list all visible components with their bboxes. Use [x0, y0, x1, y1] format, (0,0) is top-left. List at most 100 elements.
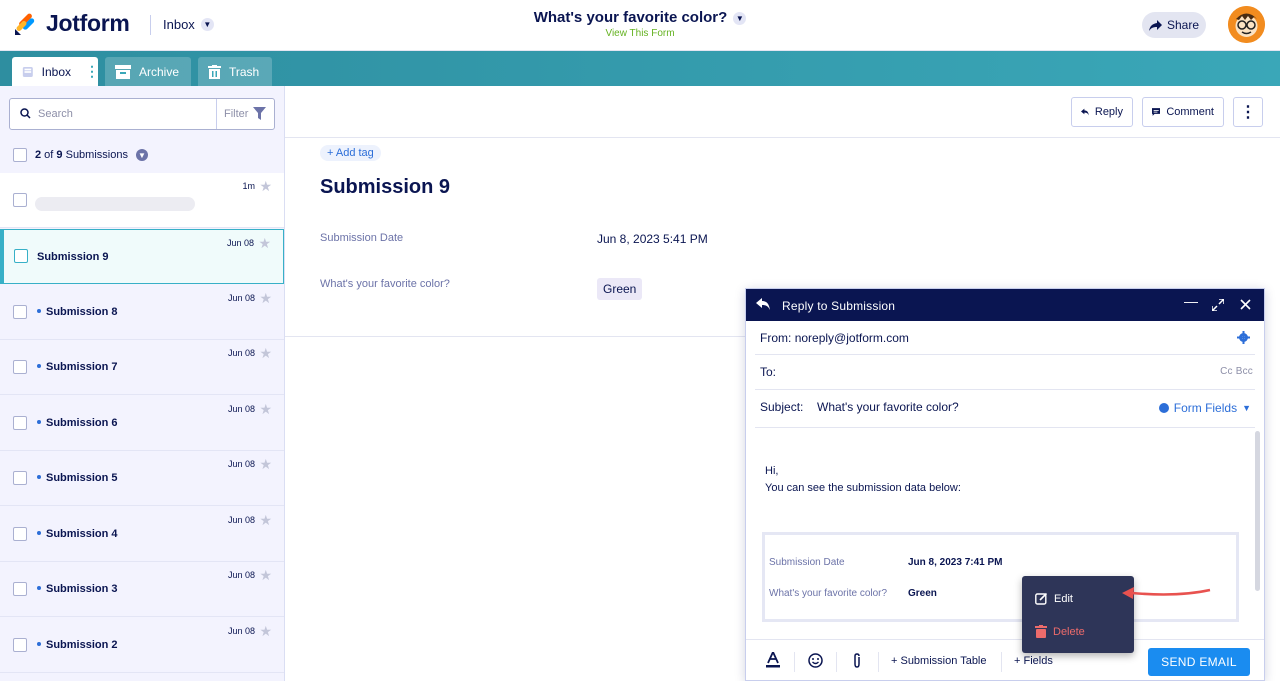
submission-date-label: Submission Date	[320, 232, 404, 244]
row-name: Submission 8	[37, 306, 118, 318]
reply-modal: Reply to Submission — From: noreply@jotf…	[745, 288, 1265, 681]
row-checkbox[interactable]	[13, 471, 27, 485]
table-row-value: Green	[908, 588, 937, 599]
table-row-label: What's your favorite color?	[769, 588, 888, 599]
from-label-text: From:	[760, 331, 792, 345]
footer-divider	[1001, 652, 1002, 672]
list-item[interactable]: Submission 8 Jun 08 ★	[0, 285, 284, 340]
row-name: Submission 7	[37, 361, 118, 373]
more-options-button[interactable]: ⋮	[1233, 97, 1263, 127]
chevron-down-icon[interactable]: ▼	[135, 149, 148, 161]
to-label: To:	[760, 365, 777, 379]
email-greeting[interactable]: Hi,	[765, 465, 778, 477]
row-name: Submission 6	[37, 417, 118, 429]
row-checkbox[interactable]	[13, 582, 27, 596]
reply-modal-header: Reply to Submission —	[746, 289, 1264, 321]
tab-trash[interactable]: Trash	[198, 57, 272, 86]
list-item[interactable]: Submission 5 Jun 08 ★	[0, 451, 284, 506]
fields-button[interactable]: + Fields	[1014, 655, 1053, 667]
email-intro[interactable]: You can see the submission data below:	[765, 482, 961, 494]
list-item[interactable]: Submission 3 Jun 08 ★	[0, 562, 284, 617]
search-placeholder: Search	[38, 108, 73, 120]
row-name: Submission 9	[37, 251, 109, 263]
row-checkbox[interactable]	[13, 416, 27, 430]
search-icon	[20, 108, 31, 119]
unread-dot	[37, 475, 41, 479]
send-email-button[interactable]: SEND EMAIL	[1148, 648, 1250, 676]
view-form-link[interactable]: View This Form	[0, 28, 1280, 39]
row-date: Jun 08	[227, 515, 255, 525]
submission-title: Submission 9	[320, 176, 451, 198]
row-name-text: Submission 5	[46, 472, 118, 484]
row-date: Jun 08	[226, 238, 254, 248]
gear-icon[interactable]	[1237, 331, 1250, 344]
row-name-text: Submission 8	[46, 306, 118, 318]
close-icon[interactable]	[1240, 299, 1251, 310]
list-item[interactable]: 1m ★	[0, 173, 284, 228]
row-checkbox[interactable]	[13, 305, 27, 319]
footer-divider	[878, 652, 879, 672]
delete-menu-item[interactable]: Delete	[1035, 625, 1085, 638]
question-label: What's your favorite color?	[320, 278, 450, 290]
filter-icon[interactable]	[253, 107, 266, 120]
row-checkbox[interactable]	[14, 249, 28, 263]
row-checkbox[interactable]	[13, 360, 27, 374]
select-all-checkbox[interactable]	[13, 148, 27, 162]
filter-label[interactable]: Filter	[224, 108, 248, 120]
star-icon[interactable]: ★	[259, 567, 272, 584]
share-button[interactable]: Share	[1142, 12, 1206, 38]
tab-inbox-label: Inbox	[41, 64, 71, 79]
edit-menu-item[interactable]: Edit	[1035, 592, 1073, 605]
share-arrow-icon	[1148, 19, 1162, 31]
user-avatar[interactable]	[1228, 6, 1265, 43]
tab-inbox[interactable]: Inbox ⋮	[12, 57, 99, 86]
submission-toolbar: Reply Comment ⋮	[285, 86, 1280, 138]
form-title[interactable]: What's your favorite color? ▼	[0, 9, 1280, 26]
text-format-icon[interactable]	[766, 652, 780, 668]
subject-input[interactable]: What's your favorite color?	[817, 400, 959, 414]
unread-dot	[37, 586, 41, 590]
row-checkbox[interactable]	[13, 193, 27, 207]
submission-table-button[interactable]: + Submission Table	[891, 655, 987, 667]
row-date: Jun 08	[227, 404, 255, 414]
star-icon[interactable]: ★	[259, 401, 272, 418]
form-fields-dropdown[interactable]: Form Fields ▼	[1158, 401, 1251, 415]
cc-bcc-toggle[interactable]: Cc Bcc	[1220, 366, 1253, 377]
add-tag-button[interactable]: + Add tag	[320, 145, 381, 161]
expand-icon[interactable]	[1212, 299, 1224, 311]
star-icon[interactable]: ★	[259, 290, 272, 307]
comment-button[interactable]: Comment	[1142, 97, 1224, 127]
list-item[interactable]: Submission 2 Jun 08 ★	[0, 618, 284, 673]
attachment-icon[interactable]	[852, 653, 862, 668]
row-checkbox[interactable]	[13, 638, 27, 652]
star-icon[interactable]: ★	[259, 456, 272, 473]
to-row[interactable]: To: Cc Bcc	[755, 355, 1255, 390]
row-date: Jun 08	[227, 626, 255, 636]
reply-modal-footer: + Submission Table + Fields SEND EMAIL	[746, 639, 1264, 680]
star-icon[interactable]: ★	[259, 178, 272, 195]
unread-dot	[37, 309, 41, 313]
chevron-down-icon: ▼	[733, 12, 747, 25]
star-icon[interactable]: ★	[259, 623, 272, 640]
list-item[interactable]: Submission 7 Jun 08 ★	[0, 340, 284, 395]
minimize-icon[interactable]: —	[1184, 293, 1198, 309]
star-icon[interactable]: ★	[259, 512, 272, 529]
list-item[interactable]: Submission 6 Jun 08 ★	[0, 396, 284, 451]
list-item[interactable]: Submission 9 Jun 08 ★	[0, 229, 284, 284]
search-input[interactable]: Search Filter	[9, 98, 275, 130]
submission-data-table[interactable]: Submission Date Jun 8, 2023 7:41 PM What…	[762, 532, 1239, 622]
row-date: 1m	[242, 181, 255, 191]
list-item[interactable]: Submission 4 Jun 08 ★	[0, 507, 284, 562]
row-name: Submission 4	[37, 528, 118, 540]
row-checkbox[interactable]	[13, 527, 27, 541]
tab-archive[interactable]: Archive	[105, 57, 191, 86]
reply-button-label: Reply	[1094, 106, 1123, 118]
star-icon[interactable]: ★	[258, 235, 271, 252]
from-row: From: noreply@jotform.com	[755, 321, 1255, 355]
email-body-scrollbar[interactable]	[1255, 431, 1260, 591]
more-vertical-icon: ⋮	[1240, 104, 1256, 121]
star-icon[interactable]: ★	[259, 345, 272, 362]
more-vertical-icon[interactable]: ⋮	[85, 63, 99, 80]
reply-button[interactable]: Reply	[1071, 97, 1133, 127]
emoji-icon[interactable]	[808, 653, 823, 668]
